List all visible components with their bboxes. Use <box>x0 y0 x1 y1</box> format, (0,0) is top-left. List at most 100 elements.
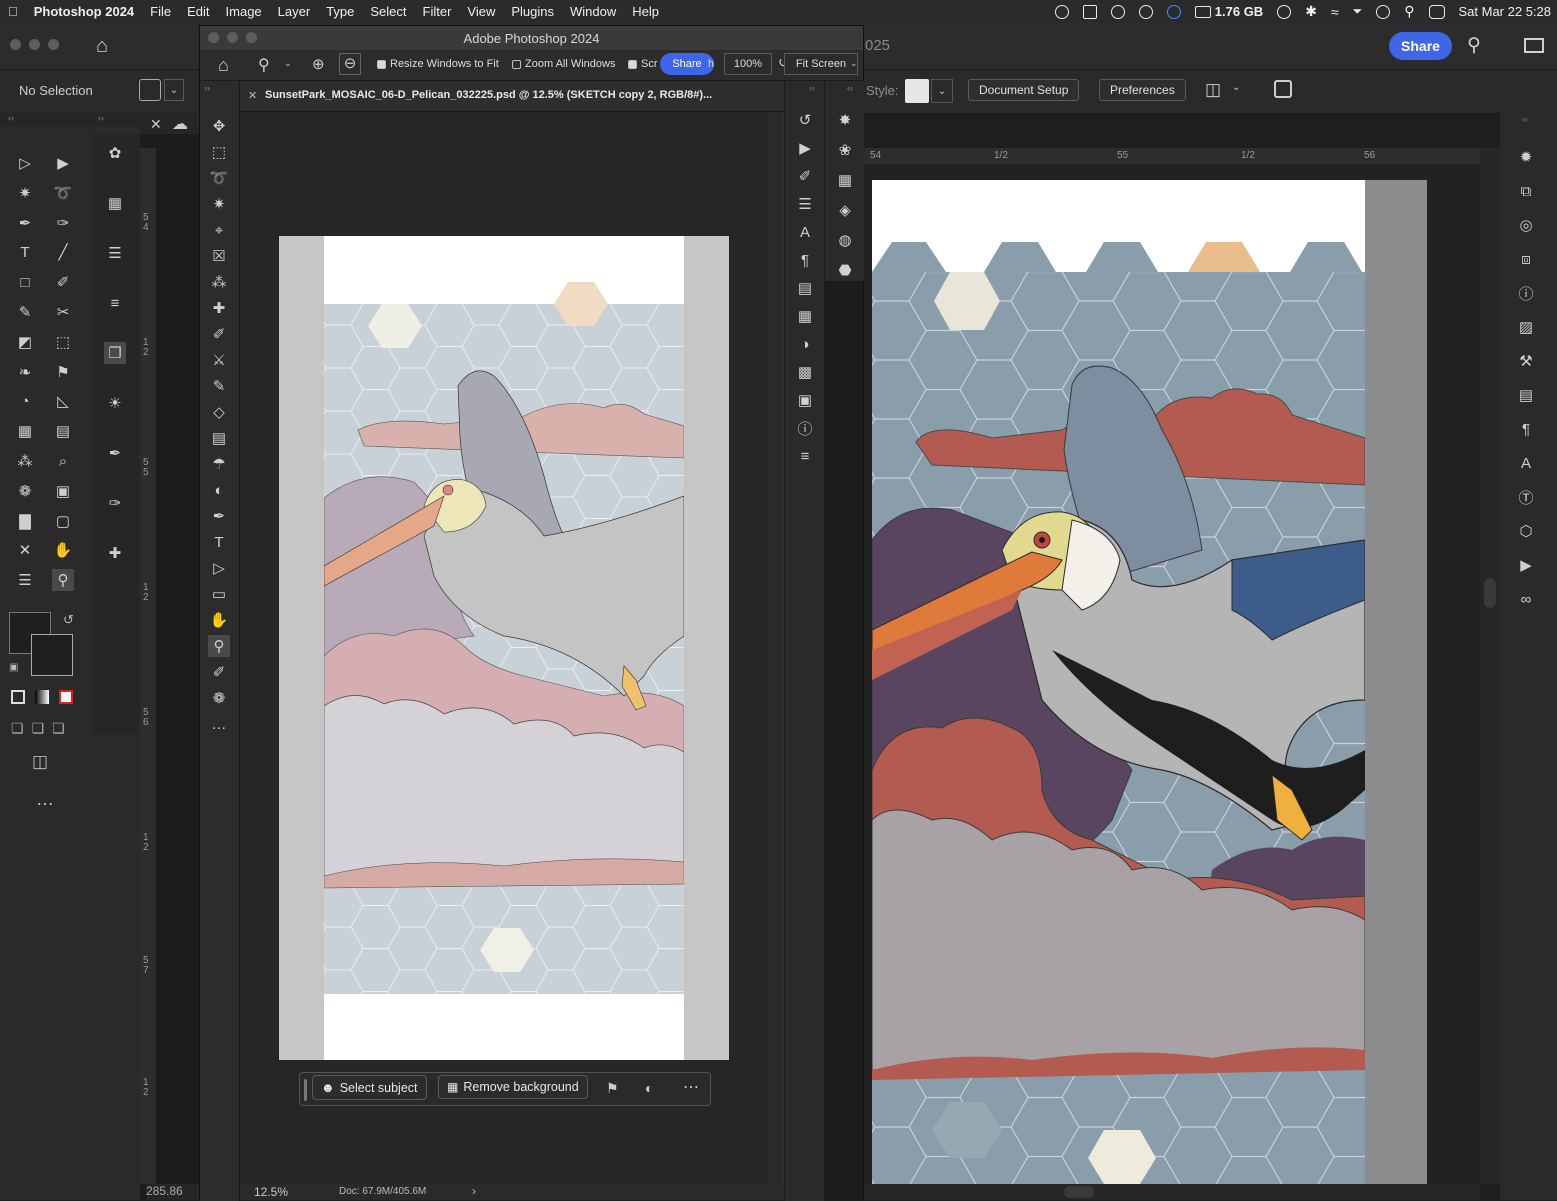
strip1-collapse[interactable]: ‹‹ <box>809 83 815 93</box>
link-icon[interactable]: ∞ <box>1515 588 1537 610</box>
eyedropper-icon[interactable]: ⁂ <box>14 450 36 472</box>
strip2-collapse[interactable]: ‹‹ <box>847 83 853 93</box>
menu-filter[interactable]: Filter <box>415 4 460 19</box>
frame-icon[interactable]: ☒ <box>208 245 230 267</box>
scale-icon[interactable]: ⬚ <box>52 331 74 353</box>
transform-icon[interactable]: ▦ <box>104 192 126 214</box>
none-mode-icon[interactable] <box>59 690 73 704</box>
gradient-mode-icon[interactable] <box>35 690 49 704</box>
float-canvas-viewport[interactable]: ☻ Select subject ▦ Remove background ⚑ ◐ ⋯ <box>240 112 767 1186</box>
properties-icon[interactable]: ☰ <box>794 193 816 215</box>
pen-icon[interactable]: ✒ <box>14 212 36 234</box>
paragraph-icon[interactable]: ¶ <box>1515 418 1537 440</box>
rectangle-icon[interactable]: □ <box>14 271 36 293</box>
zoom-tool-icon[interactable]: ⚲ <box>258 55 270 75</box>
pen-nib-icon[interactable]: ✒ <box>104 442 126 464</box>
actions-icon[interactable]: ▶ <box>1515 554 1537 576</box>
time-machine-icon[interactable] <box>1376 4 1391 19</box>
history-icon[interactable]: ↺ <box>794 109 816 131</box>
fit-screen-button[interactable]: Fit Screen <box>784 53 858 75</box>
task-bar-grip[interactable] <box>304 1079 307 1101</box>
menu-layer[interactable]: Layer <box>270 4 319 19</box>
rectangle-tool-icon[interactable]: ▭ <box>208 583 230 605</box>
chevron-down-icon[interactable]: ⌄ <box>164 79 184 101</box>
swatches-icon[interactable]: ▦ <box>834 169 856 191</box>
control-center-icon[interactable] <box>1428 4 1445 19</box>
adjustments-icon[interactable]: ◑ <box>794 333 816 355</box>
zoom-out-icon[interactable]: ⊖ <box>339 53 361 75</box>
eraser-icon[interactable]: ✕ <box>14 539 36 561</box>
menu-edit[interactable]: Edit <box>179 4 217 19</box>
vpn-icon[interactable] <box>1138 4 1153 19</box>
main-vscroll[interactable] <box>1480 148 1500 1184</box>
lasso-tool-icon[interactable]: ➰ <box>208 167 230 189</box>
workspace-icon[interactable] <box>1524 38 1544 53</box>
close-doc-tab-icon[interactable]: ✕ <box>248 89 257 102</box>
path-selection-icon[interactable]: ▷ <box>208 557 230 579</box>
paths-icon[interactable]: ⬣ <box>834 259 856 281</box>
grammarly-icon[interactable] <box>1110 4 1125 19</box>
main-zoom-button[interactable] <box>48 39 59 50</box>
warp-icon[interactable]: ❧ <box>14 361 36 383</box>
align-icon[interactable]: ☰ <box>104 242 126 264</box>
actions-play-icon[interactable]: ▶ <box>794 137 816 159</box>
menu-select[interactable]: Select <box>362 4 414 19</box>
zoom-tool-active-icon[interactable]: ⚲ <box>208 635 230 657</box>
comments-icon[interactable]: ▦ <box>794 305 816 327</box>
type-tool-icon[interactable]: T <box>208 531 230 553</box>
content-aware-icon[interactable]: ❁ <box>208 687 230 709</box>
default-colors-icon[interactable]: ▣ <box>9 662 18 673</box>
glyphs-icon[interactable]: Ⓣ <box>1515 486 1537 508</box>
character-icon[interactable]: A <box>1515 452 1537 474</box>
arrange-icon[interactable]: ◫ <box>1205 80 1221 100</box>
history-brush-icon[interactable]: ✎ <box>208 375 230 397</box>
float-zoom-status[interactable]: 12.5% <box>254 1185 288 1199</box>
artboard-icon[interactable]: ▢ <box>52 510 74 532</box>
zoom-tool-chevron-icon[interactable]: ⌄ <box>284 58 292 69</box>
float-home-icon[interactable]: ⌂ <box>218 55 229 76</box>
brush-tool-icon[interactable]: ✐ <box>208 323 230 345</box>
zoom-all-checkbox[interactable] <box>512 59 521 69</box>
puppet-icon[interactable]: ⚒ <box>1515 350 1537 372</box>
adjustment-icon[interactable]: ◐ <box>645 1080 653 1096</box>
status-expand-icon[interactable]: › <box>472 1184 476 1198</box>
menu-app-name[interactable]: Photoshop 2024 <box>26 4 142 19</box>
zoom-in-icon[interactable]: ⊕ <box>312 55 325 73</box>
creative-cloud-icon[interactable] <box>1054 4 1069 19</box>
arrange-chevron-icon[interactable]: ⌄ <box>1232 82 1240 93</box>
brush-icon[interactable]: ✐ <box>52 271 74 293</box>
float-vscroll[interactable] <box>767 112 783 1186</box>
swap-colors-icon[interactable]: ↺ <box>63 612 74 628</box>
fit-screen-chevron-icon[interactable]: ⌄ <box>850 58 858 69</box>
zoom-icon[interactable]: ⚲ <box>52 569 74 592</box>
slice-icon[interactable]: ▣ <box>52 480 74 502</box>
remove-background-button[interactable]: ▦ Remove background <box>438 1075 588 1099</box>
symbol-sprayer-icon[interactable]: ❁ <box>14 480 36 502</box>
hand-tool-icon[interactable]: ✋ <box>208 609 230 631</box>
plugins-icon[interactable]: ✸ <box>834 109 856 131</box>
marquee-icon[interactable]: ⬚ <box>208 141 230 163</box>
perspective-icon[interactable]: ◺ <box>52 390 74 412</box>
main-canvas-viewport[interactable] <box>864 164 1480 1184</box>
eyedropper-tool-icon[interactable]: ⁂ <box>208 271 230 293</box>
resize-windows-checkbox[interactable] <box>377 59 386 69</box>
type-icon[interactable]: T <box>14 241 36 263</box>
gradients-icon[interactable]: ▣ <box>794 389 816 411</box>
draw-normal-icon[interactable]: ❏ <box>11 720 24 737</box>
background-color-swatch[interactable] <box>31 634 73 676</box>
black-mode-icon[interactable] <box>11 690 25 704</box>
graph-icon[interactable]: ▇ <box>14 510 36 532</box>
info-doc-icon[interactable]: ⓘ <box>1515 282 1537 304</box>
stamp-icon[interactable]: ⚔ <box>208 349 230 371</box>
document-setup-button[interactable]: Document Setup <box>968 79 1080 101</box>
layers-stack-icon[interactable]: ❐ <box>104 342 126 364</box>
gradient-tool-icon[interactable]: ▤ <box>208 427 230 449</box>
tools-panel-collapse[interactable]: ‹‹ ›› <box>0 112 140 126</box>
screen-share-icon[interactable] <box>1082 4 1097 19</box>
print-tiling-icon[interactable]: ☰ <box>14 569 36 591</box>
blob-brush-icon[interactable]: ✎ <box>14 301 36 323</box>
menu-file[interactable]: File <box>142 4 179 19</box>
more-tools-icon[interactable]: … <box>36 789 55 810</box>
screen-mode-icon[interactable]: ◫ <box>32 752 48 772</box>
scissors-icon[interactable]: ✂ <box>52 301 74 323</box>
